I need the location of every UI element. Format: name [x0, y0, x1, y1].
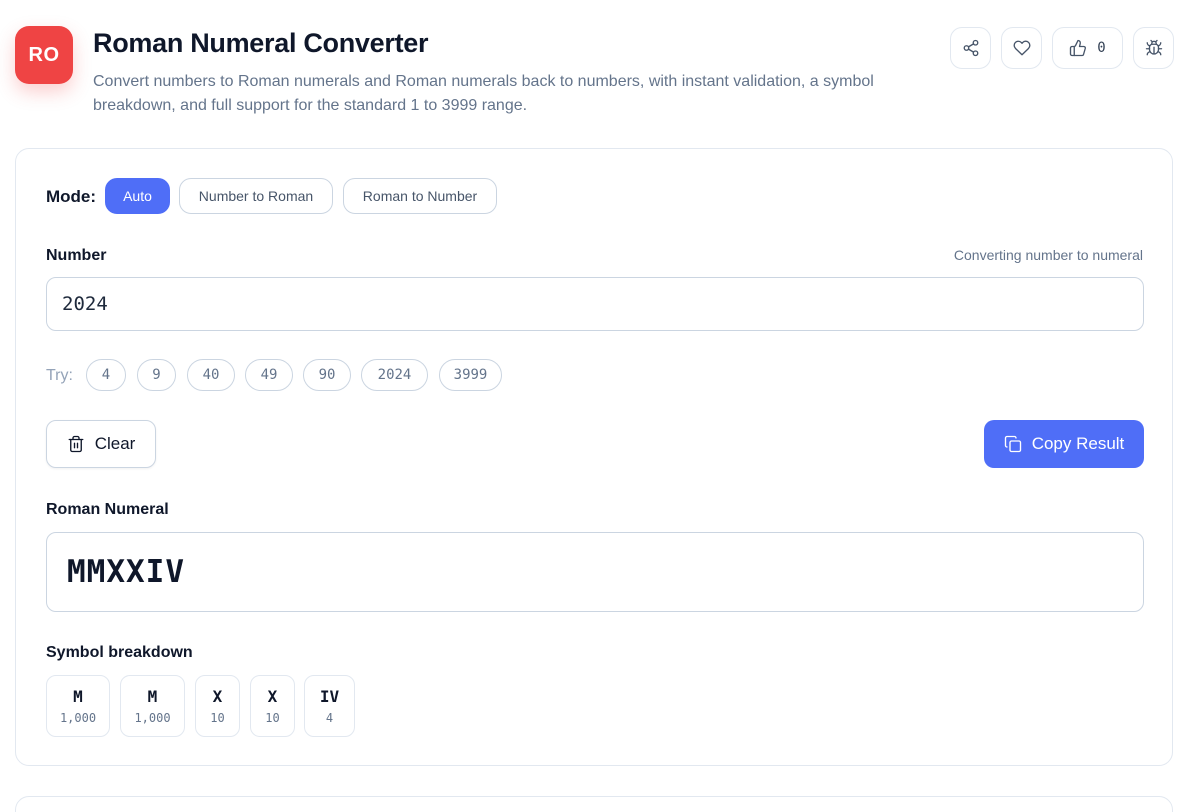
- example-chip-49[interactable]: 49: [245, 359, 293, 391]
- example-chip-4[interactable]: 4: [86, 359, 126, 391]
- mode-number-to-roman-button[interactable]: Number to Roman: [179, 178, 333, 214]
- clear-button[interactable]: Clear: [46, 420, 156, 468]
- symbol-chip: X 10: [195, 675, 240, 737]
- symbol-value: 4: [325, 711, 334, 725]
- thumbs-up-icon: [1070, 39, 1087, 57]
- try-label: Try:: [46, 367, 73, 384]
- symbol-letter: X: [267, 687, 278, 706]
- symbol-letter: M: [73, 687, 83, 706]
- conversion-hint: Converting number to numeral: [953, 247, 1143, 263]
- share-icon: [963, 39, 978, 57]
- symbol-letter: M: [147, 687, 158, 706]
- example-chip-90[interactable]: 90: [303, 359, 351, 391]
- converter-card: Mode: Auto Number to Roman Roman to Numb…: [15, 148, 1173, 766]
- app-logo: RO: [15, 26, 73, 84]
- symbol-chip: M 1,000: [46, 675, 110, 737]
- copy-icon: [1004, 435, 1021, 453]
- page-title: Roman Numeral Converter: [93, 28, 429, 58]
- bug-icon: [1145, 39, 1162, 56]
- symbol-letter: X: [212, 687, 223, 706]
- copy-result-button[interactable]: Copy Result: [984, 420, 1144, 468]
- symbol-value: 1,000: [134, 711, 171, 725]
- symbol-chip: IV 4: [304, 675, 355, 737]
- example-chip-3999[interactable]: 3999: [439, 359, 502, 391]
- roman-numeral-result: MMXXIV: [67, 554, 185, 590]
- copy-button-label: Copy Result: [1031, 434, 1125, 453]
- secondary-card: [15, 796, 1173, 812]
- result-output: MMXXIV: [46, 532, 1144, 612]
- heart-icon: [1013, 40, 1030, 56]
- breakdown-label: Symbol breakdown: [46, 644, 193, 661]
- report-bug-button[interactable]: [1133, 27, 1174, 69]
- page-header: RO Roman Numeral Converter Convert numbe…: [0, 0, 1200, 140]
- example-chip-2024[interactable]: 2024: [361, 359, 428, 391]
- result-label: Roman Numeral: [46, 501, 169, 518]
- symbol-value: 10: [265, 711, 280, 725]
- symbol-value: 1,000: [59, 711, 97, 725]
- page-description: Convert numbers to Roman numerals and Ro…: [93, 73, 874, 114]
- mode-roman-to-number-button[interactable]: Roman to Number: [343, 178, 497, 214]
- example-chip-9[interactable]: 9: [137, 359, 176, 391]
- symbol-chip: X 10: [250, 675, 295, 737]
- symbol-value: 10: [210, 711, 225, 725]
- symbol-letter: IV: [319, 687, 340, 706]
- like-count: 0: [1097, 40, 1106, 56]
- like-button[interactable]: 0: [1052, 27, 1123, 69]
- number-input[interactable]: [46, 277, 1144, 331]
- mode-label: Mode:: [46, 187, 97, 206]
- clear-button-label: Clear: [94, 434, 136, 453]
- trash-icon: [68, 435, 84, 453]
- favorite-button[interactable]: [1001, 27, 1042, 69]
- symbol-chip: M 1,000: [120, 675, 185, 737]
- example-chip-40[interactable]: 40: [187, 359, 235, 391]
- share-button[interactable]: [950, 27, 991, 69]
- mode-auto-button[interactable]: Auto: [105, 178, 170, 214]
- number-label: Number: [46, 247, 107, 264]
